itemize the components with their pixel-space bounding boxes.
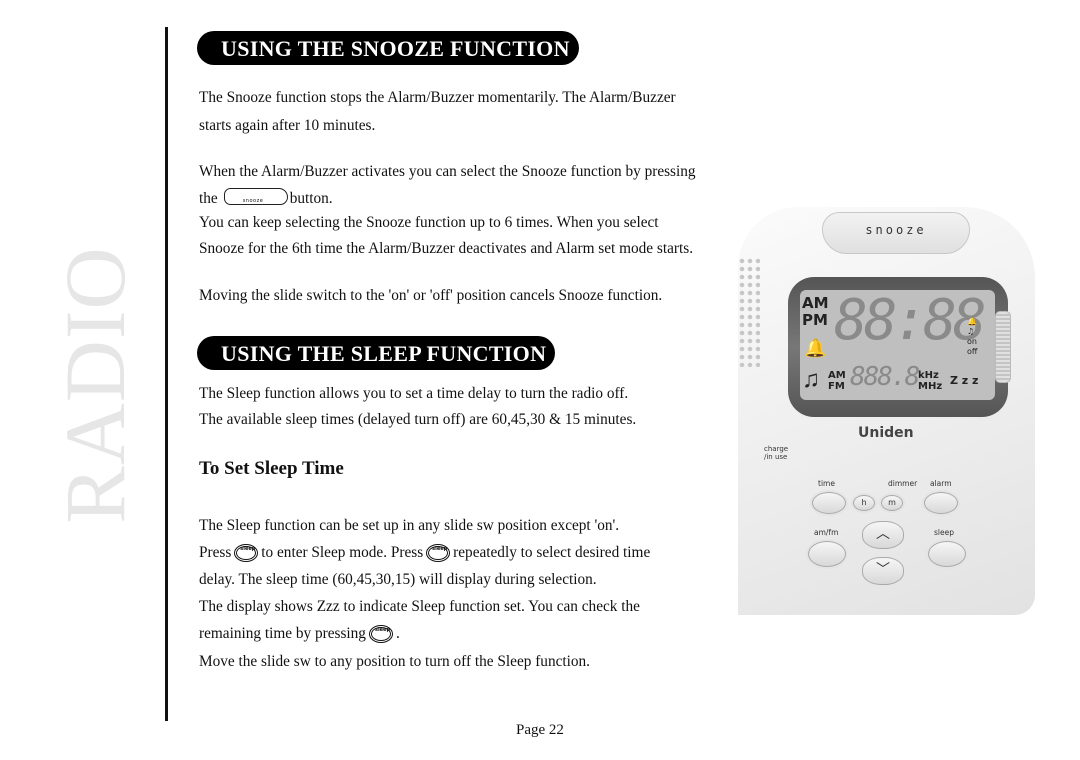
lcd-units: kHz MHz [918,370,942,392]
snooze-paragraph-2-line-1: When the Alarm/Buzzer activates you can … [199,163,696,180]
sleep-step-3: delay. The sleep time (60,45,30,15) will… [199,571,597,588]
text-repeatedly: repeatedly to select desired time [453,544,651,561]
speaker-grille [738,257,760,367]
sleep-step-2: Press to enter Sleep mode. Press repeatedl… [199,536,651,566]
page-number: Page 22 [516,722,564,738]
snooze-paragraph-1-line-2: starts again after 10 minutes. [199,117,376,134]
snooze-paragraph-4: Moving the slide switch to the 'on' or '… [199,287,663,304]
text-period: . [395,625,400,642]
sleep-button-icon [234,536,259,562]
snooze-paragraph-3-line-2: Snooze for the 6th time the Alarm/Buzzer… [199,240,694,257]
sleep-heading: USING THE SLEEP FUNCTION [197,336,555,370]
sleep-label: sleep [934,528,954,537]
section-label-text: RADIO [47,246,143,524]
snooze-paragraph-2-line-2: the button. [199,186,333,214]
sleep-step-4: The display shows Zzz to indicate Sleep … [199,598,640,615]
text-button: button. [289,190,333,207]
sleep-step-1: The Sleep function can be set up in any … [199,517,620,534]
device-sleep-key [928,541,966,567]
device-snooze-key: snooze [822,212,970,254]
dimmer-label: dimmer [888,479,918,488]
switch-note-icon: ♫ [967,327,975,336]
alarm-label: alarm [930,479,952,488]
vertical-divider [165,27,168,721]
snooze-button-icon [223,188,288,214]
am-fm-label: am/fm [814,528,839,537]
device-up-key: ︿ [862,521,904,549]
sleep-step-6: Move the slide sw to any position to tur… [199,653,591,670]
lcd-frequency: 888.8 [850,362,920,392]
lcd-pm: PM [802,311,828,329]
lcd-unit-khz: kHz [918,370,939,381]
text-remaining: remaining time by pressing [199,625,366,642]
lcd-unit-mhz: MHz [918,381,943,392]
lcd-band-am: AM [828,370,846,381]
slide-switch [995,311,1011,383]
switch-bell-icon: 🔔 [967,317,977,326]
section-label: RADIO [47,246,143,523]
switch-on-label: on [967,337,977,346]
snooze-paragraph-3-line-1: You can keep selecting the Snooze functi… [199,214,659,231]
lcd-display: AM PM 88:88 🔔 ♫ AM FM 888.8 kHz MHz Z z … [800,288,995,400]
snooze-heading: USING THE SNOOZE FUNCTION [197,31,579,65]
lcd-sleep-indicator: Z z z [950,374,979,387]
brand-logo: Uniden [858,425,914,441]
text-the: the [199,190,218,207]
switch-off-label: off [967,347,978,356]
device-down-key: ﹀ [862,557,904,585]
time-label: time [818,479,835,488]
sleep-button-icon [368,617,393,643]
device-time-key [812,492,846,514]
alarm-bell-icon: 🔔 [804,338,827,358]
sleep-step-5: remaining time by pressing. [199,617,400,647]
device-h-key: h [853,495,875,511]
lcd-am-pm: AM PM [802,295,829,329]
device-alarm-key [924,492,958,514]
lcd-band: AM FM [828,370,846,392]
snooze-paragraph-1-line-1: The Snooze function stops the Alarm/Buzz… [199,89,676,106]
text-enter-sleep: to enter Sleep mode. Press [261,544,424,561]
charge-indicator-label: charge /in use [764,445,789,461]
music-note-icon: ♫ [802,367,820,393]
slide-switch-labels: 🔔 ♫ on off [967,317,977,357]
to-set-sleep-time-heading: To Set Sleep Time [199,458,344,479]
clock-radio-illustration: snooze AM PM 88:88 🔔 ♫ AM FM 888.8 kHz M… [738,207,1035,615]
sleep-button-icon [426,536,451,562]
lcd-clock-digits: 88:88 [834,288,987,353]
lcd-am: AM [802,294,829,312]
device-am-fm-key [808,541,846,567]
device-m-key: m [881,495,903,511]
sleep-paragraph-2: The available sleep times (delayed turn … [199,411,637,428]
sleep-paragraph-1: The Sleep function allows you to set a t… [199,385,629,402]
text-press: Press [199,544,232,561]
lcd-band-fm: FM [828,381,845,392]
